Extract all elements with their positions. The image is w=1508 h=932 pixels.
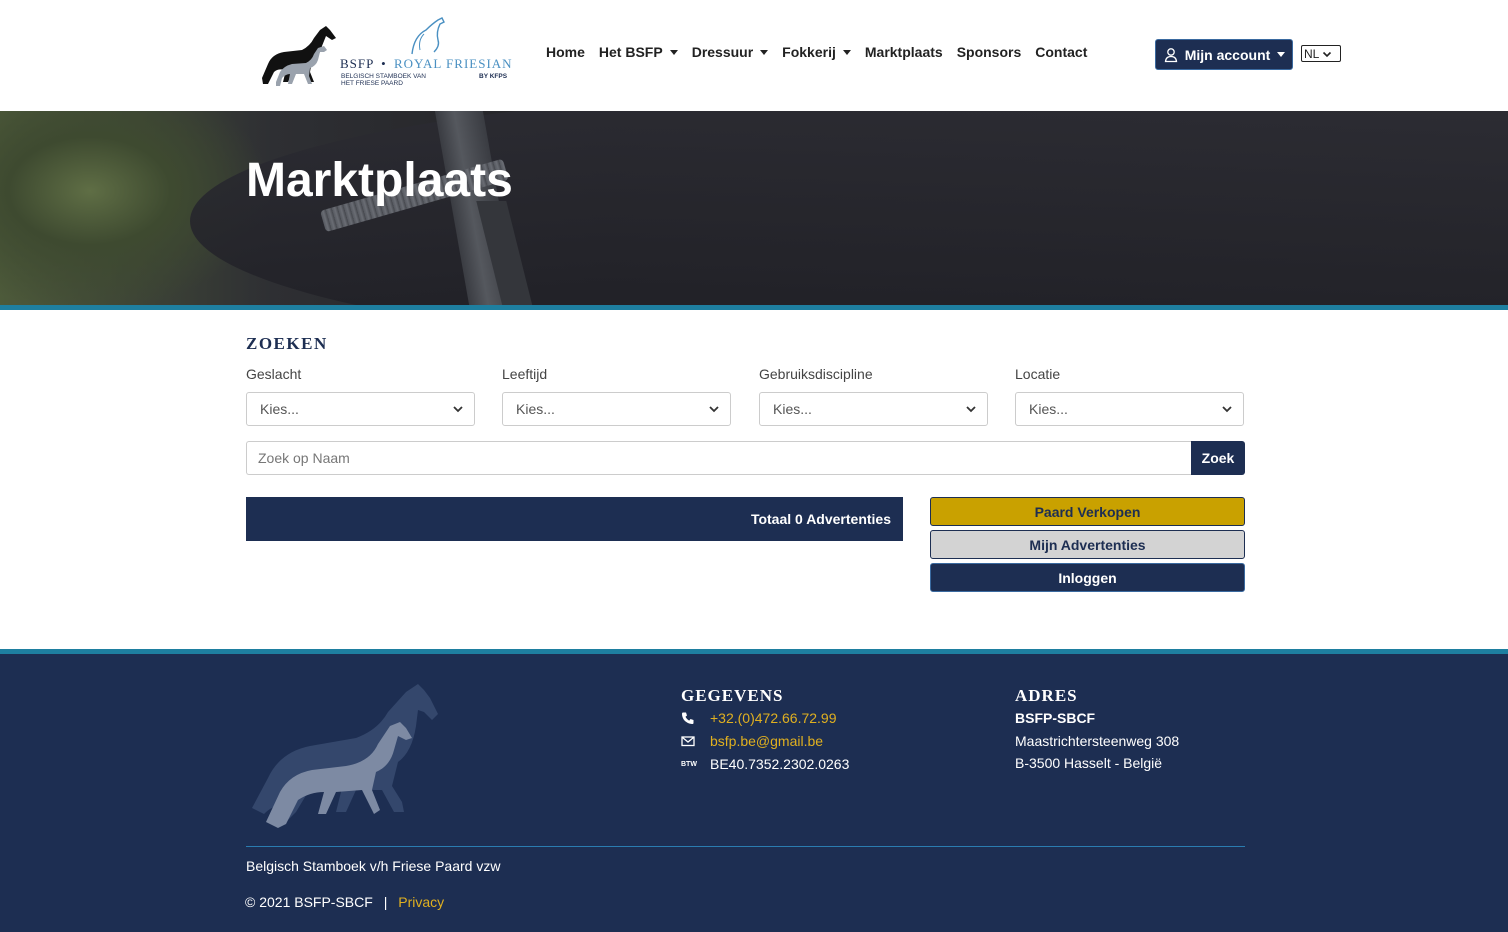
results-count-bar: Totaal 0 Advertenties [246, 497, 903, 541]
locatie-select[interactable]: Kies... [1015, 392, 1244, 426]
gebruiksdiscipline-select[interactable]: Kies... [759, 392, 988, 426]
filter-geslacht: Geslacht Kies... [246, 366, 475, 426]
address-line: B-3500 Hasselt - België [1015, 755, 1163, 771]
caret-down-icon [669, 49, 678, 55]
nav-sponsors[interactable]: Sponsors [957, 44, 1022, 60]
phone-link[interactable]: +32.(0)472.66.72.99 [710, 710, 837, 726]
search-button[interactable]: Zoek [1191, 441, 1245, 475]
horse-silhouette-icon [252, 684, 438, 828]
account-menu-button[interactable]: Mijn account [1155, 39, 1293, 70]
geslacht-select[interactable]: Kies... [246, 392, 475, 426]
horse-logo-icon [262, 26, 336, 86]
site-footer: GEGEVENS +32.(0)472.66.72.99 bsfp.be@gma… [0, 654, 1508, 932]
email-link[interactable]: bsfp.be@gmail.be [710, 733, 823, 749]
user-icon [1164, 47, 1177, 62]
search-heading: ZOEKEN [246, 334, 328, 353]
chevron-down-icon [1222, 406, 1232, 413]
chevron-down-icon [453, 406, 463, 413]
contact-btw: BTW BE40.7352.2302.0263 [681, 756, 849, 772]
nav-het-bsfp[interactable]: Het BSFP [599, 44, 678, 60]
royal-friesian-horse-icon [411, 17, 445, 55]
filter-locatie: Locatie Kies... [1015, 366, 1244, 426]
sell-horse-button[interactable]: Paard Verkopen [930, 497, 1245, 526]
address-heading: ADRES [1015, 686, 1078, 705]
btw-value: BE40.7352.2302.0263 [710, 756, 850, 772]
org-name-link[interactable]: Belgisch Stamboek v/h Friese Paard vzw [246, 858, 500, 874]
address-line: BSFP-SBCF [1015, 710, 1096, 726]
hero-divider [0, 305, 1508, 310]
caret-down-icon [1277, 52, 1286, 57]
chevron-down-icon [1323, 51, 1332, 57]
language-select[interactable]: NL [1301, 45, 1341, 62]
privacy-link[interactable]: Privacy [398, 894, 444, 910]
name-search-input[interactable]: Zoek op Naam [246, 441, 1192, 475]
copyright-separator: | [383, 894, 388, 910]
my-ads-button[interactable]: Mijn Advertenties [930, 530, 1245, 559]
nav-marktplaats[interactable]: Marktplaats [865, 44, 943, 60]
filter-gebruiksdiscipline: Gebruiksdiscipline Kies... [759, 366, 988, 426]
nav-home[interactable]: Home [546, 44, 585, 60]
filter-label: Leeftijd [502, 366, 548, 382]
contact-heading: GEGEVENS [681, 686, 784, 705]
page-title: Marktplaats [246, 154, 513, 207]
filter-leeftijd: Leeftijd Kies... [502, 366, 731, 426]
btw-label: BTW [681, 760, 697, 768]
address-line: Maastrichtersteenweg 308 [1015, 733, 1180, 749]
copyright-line: © 2021 BSFP-SBCF | Privacy [245, 894, 444, 910]
logo-tagline: BELGISCH STAMBOEK VAN HET FRIESE PAARD [341, 73, 427, 87]
logo-tagline-kfps: BY KFPS [479, 73, 508, 80]
site-header: BSFP • ROYAL FRIESIAN BELGISCH STAMBOEK … [0, 0, 1508, 111]
login-button[interactable]: Inloggen [930, 563, 1245, 592]
filter-label: Locatie [1015, 366, 1061, 382]
phone-icon [682, 712, 694, 724]
copyright-text: © 2021 BSFP-SBCF [245, 894, 373, 910]
hero-banner: Marktplaats [0, 111, 1508, 305]
filter-label: Geslacht [246, 366, 302, 382]
main-nav: Home Het BSFP Dressuur Fokkerij Marktpla… [546, 44, 1101, 60]
chevron-down-icon [709, 406, 719, 413]
results-count: Totaal 0 Advertenties [750, 511, 891, 527]
site-logo[interactable]: BSFP • ROYAL FRIESIAN BELGISCH STAMBOEK … [254, 16, 516, 90]
chevron-down-icon [966, 406, 976, 413]
filter-label: Gebruiksdiscipline [759, 366, 873, 382]
caret-down-icon [842, 49, 851, 55]
logo-brand-text: BSFP • ROYAL FRIESIAN [340, 56, 513, 71]
leeftijd-select[interactable]: Kies... [502, 392, 731, 426]
contact-email: bsfp.be@gmail.be [681, 733, 823, 749]
nav-contact[interactable]: Contact [1035, 44, 1087, 60]
caret-down-icon [760, 49, 769, 55]
nav-dressuur[interactable]: Dressuur [692, 44, 769, 60]
nav-fokkerij[interactable]: Fokkerij [782, 44, 851, 60]
footer-rule [246, 846, 1245, 847]
contact-phone: +32.(0)472.66.72.99 [681, 710, 837, 726]
envelope-icon [681, 736, 695, 747]
